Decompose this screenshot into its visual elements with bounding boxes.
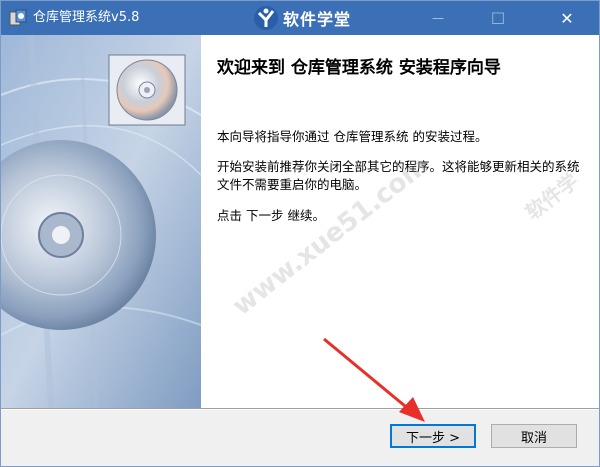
installer-window: 仓库管理系统v5.8 软件学堂 — ☐ ✕ 欢迎来到 仓库管理系统 安装程序向导… xyxy=(0,0,600,467)
annotation-arrow-icon xyxy=(323,337,425,422)
